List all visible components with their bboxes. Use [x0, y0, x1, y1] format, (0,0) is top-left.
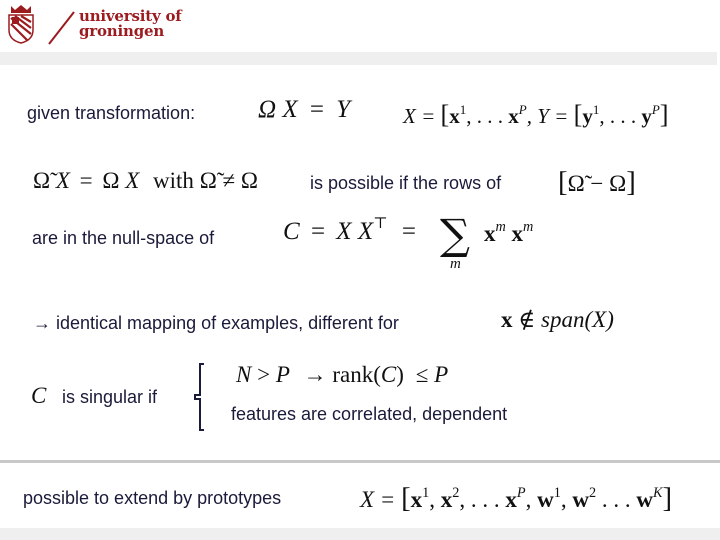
not-in-span-equation: x ∉ span(X): [501, 307, 614, 333]
x: X: [55, 168, 70, 193]
x-x: X X: [336, 218, 374, 245]
x-vec: x: [511, 221, 524, 246]
x-eq: X =: [360, 487, 402, 512]
def-x-vec: x: [449, 104, 460, 128]
notin-sign: ∉: [518, 307, 536, 332]
eq-sign: =: [79, 168, 93, 193]
prototypes-label: possible to extend by prototypes: [23, 488, 282, 508]
with-word: with: [153, 168, 194, 193]
eq-sign: =: [309, 96, 324, 123]
eq-sign: =: [401, 218, 417, 245]
header-band: [0, 52, 717, 65]
rank: rank(: [332, 362, 381, 387]
paren: ): [396, 362, 404, 387]
omega-tilde: Ω̃: [33, 168, 51, 193]
arrow: →: [303, 362, 327, 387]
sum-symbol: ∑: [440, 210, 470, 259]
span-x: span(X): [541, 307, 614, 332]
eq-y: Y: [336, 96, 351, 123]
sup: P: [518, 101, 527, 117]
sup: 2: [452, 485, 460, 502]
footer-band: [0, 528, 720, 540]
sup: m: [495, 219, 506, 236]
p: P: [275, 362, 290, 387]
nullspace-label: are in the null-space of: [32, 228, 215, 248]
def-y-label: , Y =: [526, 104, 574, 128]
sup: P: [516, 485, 526, 502]
dots: , . . .: [599, 104, 642, 128]
logo-divider-slash: [48, 11, 75, 45]
omega-tilde: Ω̃: [199, 168, 217, 193]
x-vec: x: [505, 487, 517, 512]
eq-sign: =: [310, 218, 326, 245]
sup: 1: [553, 485, 561, 502]
logo-line-2: groningen: [79, 22, 165, 40]
covariance-equation: C = X X⊤ =: [283, 215, 424, 246]
sup: 1: [422, 485, 430, 502]
identical-mapping-label: → identical mapping of examples, differe…: [33, 313, 399, 333]
omega-tilde-equation: Ω̃ X = Ω X with Ω̃ ≠ Ω: [33, 168, 258, 194]
def-y-vec: y: [582, 104, 593, 128]
x-vec: x: [440, 487, 453, 512]
w-vec: w: [572, 487, 589, 512]
section-divider: [0, 460, 720, 463]
le: ≤: [415, 362, 429, 387]
n: N: [236, 362, 252, 387]
sum-index: m: [450, 256, 461, 272]
given-transformation-label: given transformation:: [27, 103, 196, 123]
omega: Ω: [609, 171, 627, 196]
def-x-vec: x: [508, 104, 519, 128]
omega: Ω: [102, 168, 120, 193]
omega-difference: [Ω̃ − Ω]: [558, 166, 636, 198]
p: P: [434, 362, 449, 387]
eq-omega-x: Ω X: [258, 96, 298, 123]
prototype-extension-equation: X = [x1, x2, . . . xP, w1, w2 . . . wK]: [360, 482, 673, 514]
university-logo-text: university of groningen: [79, 9, 182, 39]
features-correlated-label: features are correlated, dependent: [231, 404, 508, 424]
sum-term: xm xm: [484, 219, 534, 247]
sup: m: [523, 219, 534, 236]
omega: Ω: [240, 168, 258, 193]
w-vec: w: [537, 487, 554, 512]
def-y-vec: y: [641, 104, 652, 128]
possible-label: is possible if the rows of: [310, 173, 502, 193]
omega-tilde: Ω̃: [567, 171, 585, 196]
x-vec: x: [501, 307, 513, 332]
xy-definition: X = [x1, . . . xP, Y = [y1, . . . yP]: [403, 100, 669, 129]
sup: P: [651, 101, 660, 117]
x-vec: x: [410, 487, 423, 512]
sup: K: [653, 485, 663, 502]
x: X: [125, 168, 140, 193]
left-brace-icon: [194, 363, 204, 431]
transformation-equation: Ω X = Y: [258, 96, 350, 124]
transpose: ⊤: [373, 215, 388, 233]
university-crest-icon: [8, 5, 34, 44]
gt: >: [257, 362, 271, 387]
dots: , . . .: [466, 104, 509, 128]
singular-label: is singular if: [62, 387, 158, 407]
neq-sign: ≠: [222, 168, 236, 193]
minus: −: [590, 171, 604, 196]
c: C: [380, 362, 397, 387]
c-symbol: C: [31, 383, 47, 408]
def-x-label: X =: [403, 104, 441, 128]
rank-condition: N > P → rank(C) ≤ P: [236, 362, 448, 388]
w-vec: w: [636, 487, 653, 512]
x-vec: x: [484, 221, 496, 246]
sup: 2: [589, 485, 597, 502]
c: C: [283, 218, 300, 245]
